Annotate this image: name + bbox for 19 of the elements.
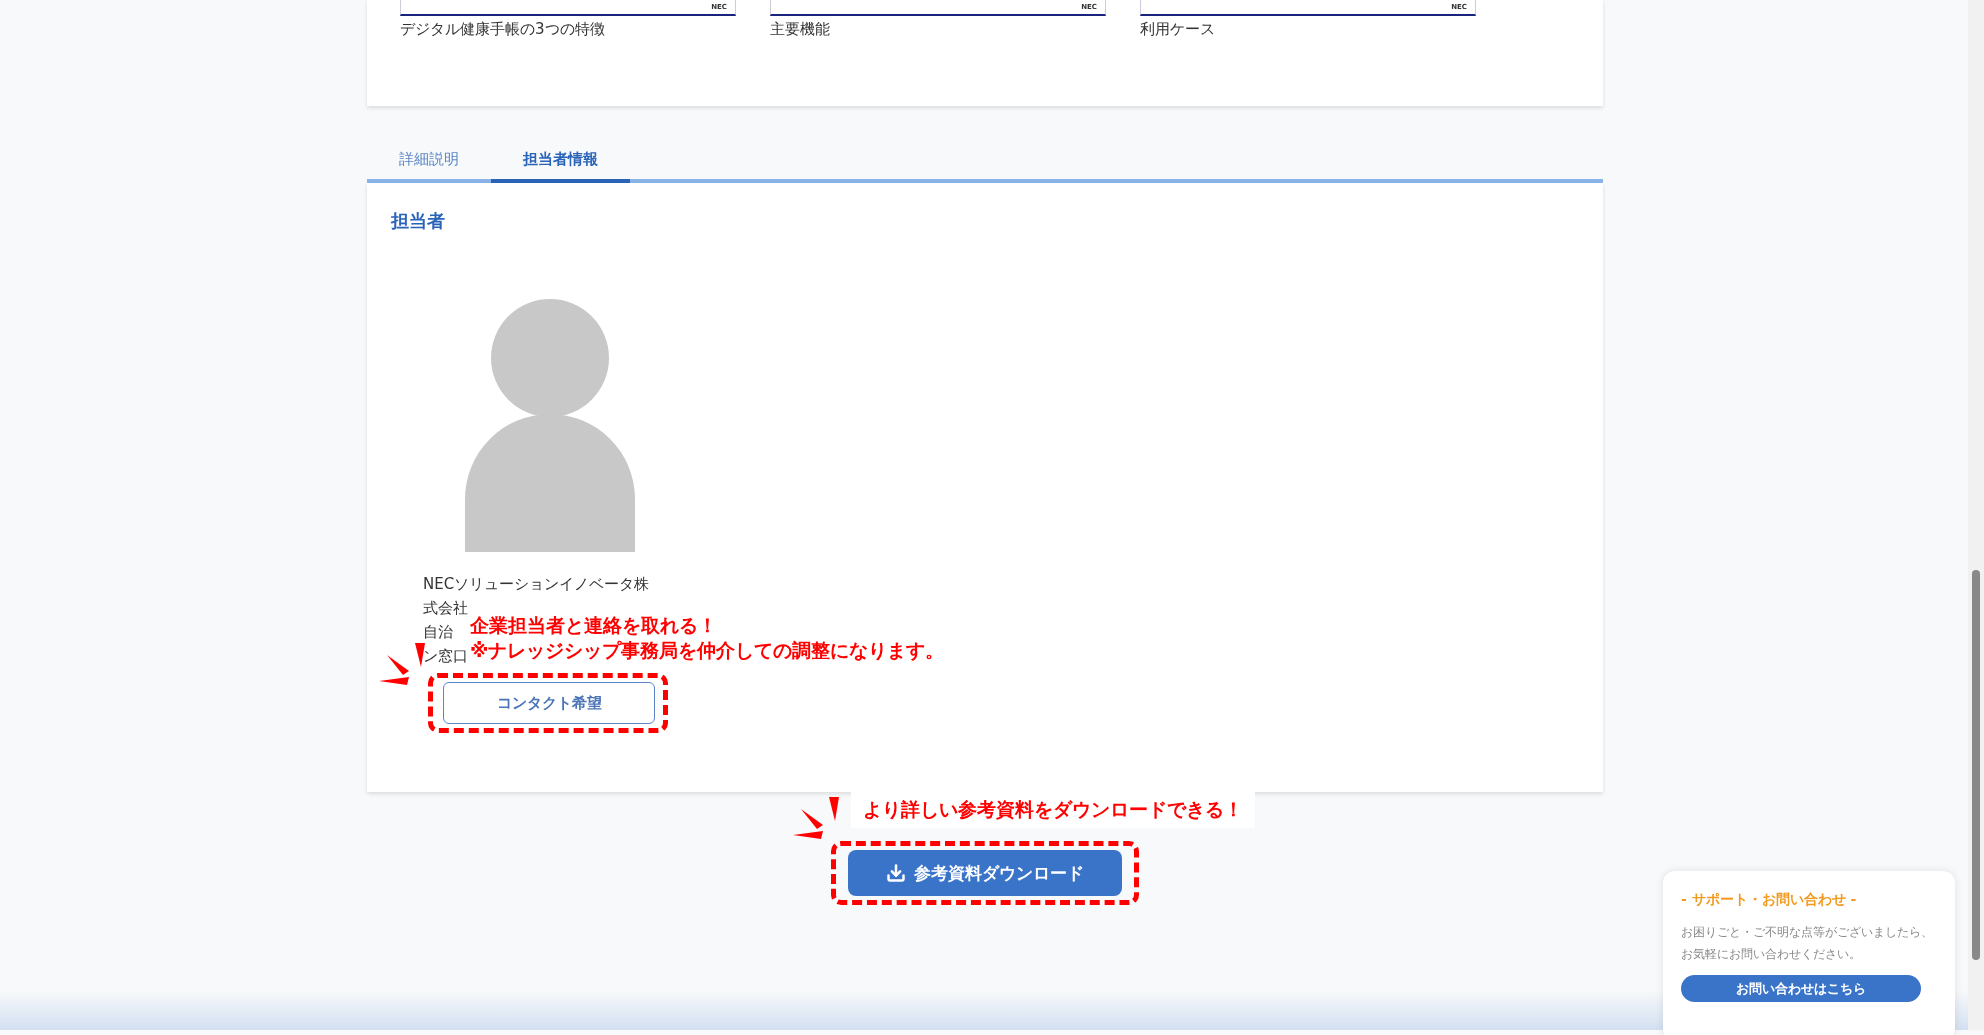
company-text: 自治: [423, 622, 453, 643]
thumbnail-caption: 利用ケース: [1140, 20, 1216, 39]
section-heading: 担当者: [391, 209, 446, 233]
inquiry-button[interactable]: お問い合わせはこちら: [1681, 975, 1921, 1002]
download-button[interactable]: 参考資料ダウンロード: [848, 850, 1122, 896]
thumbnail-caption: デジタル健康手帳の3つの特徴: [400, 20, 606, 39]
thumbnail-caption: 主要機能: [770, 20, 831, 39]
scrollbar-thumb[interactable]: [1972, 570, 1980, 960]
company-text: ン窓口: [423, 646, 468, 667]
company-text: NECソリューションイノベータ株: [423, 574, 650, 595]
annotation-text: 企業担当者と連絡を取れる！ ※ナレッジシップ事務局を仲介しての調整になります。: [470, 613, 945, 663]
company-text: 式会社: [423, 598, 468, 619]
annotation-text: より詳しい参考資料をダウンロードできる！: [851, 791, 1255, 828]
contact-button[interactable]: コンタクト希望: [443, 682, 655, 724]
avatar-icon: [465, 299, 635, 552]
support-text: お困りごと・ご不明な点等がございましたら、お気軽にお問い合わせください。: [1681, 924, 1934, 963]
support-title: - サポート・お問い合わせ -: [1681, 891, 1858, 909]
download-icon: [886, 863, 906, 883]
tab[interactable]: 詳細説明: [367, 140, 491, 183]
